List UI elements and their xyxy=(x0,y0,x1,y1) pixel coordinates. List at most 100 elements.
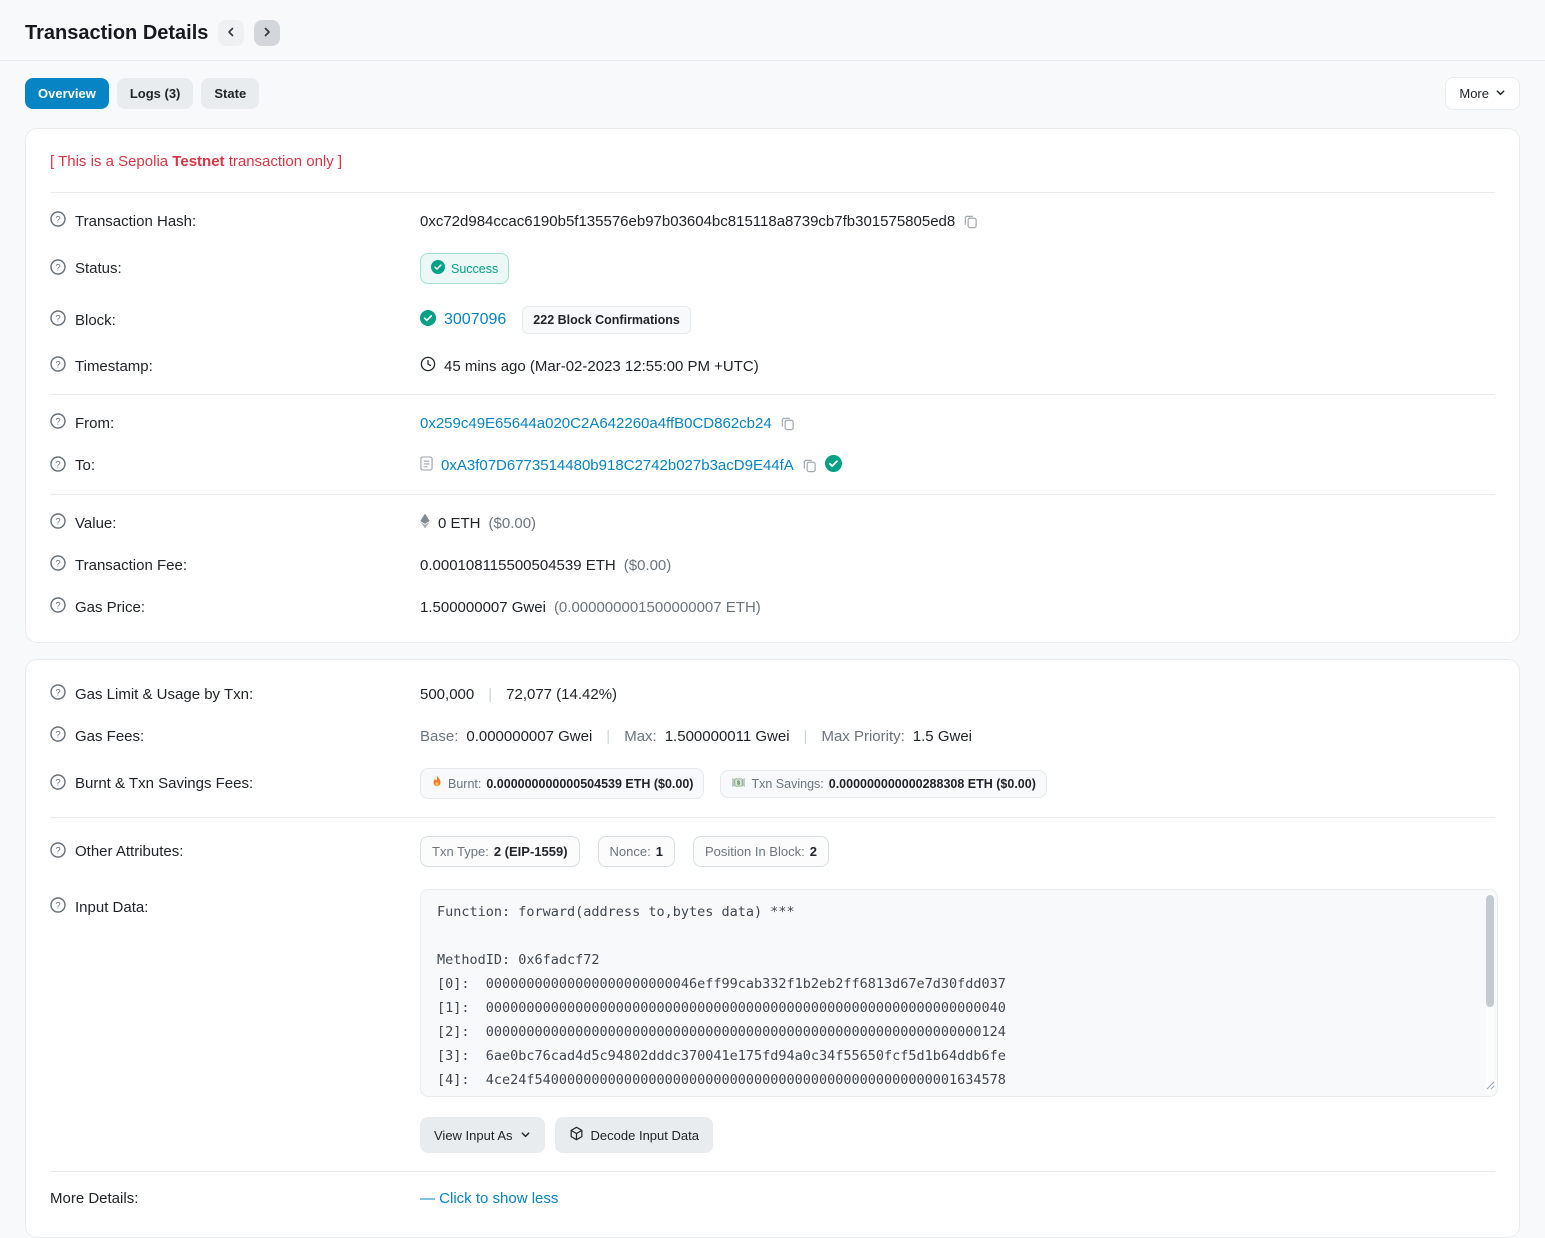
help-icon[interactable]: ? xyxy=(50,726,66,746)
help-icon[interactable]: ? xyxy=(50,413,66,433)
overview-card: [ This is a Sepolia Testnet transaction … xyxy=(25,128,1520,643)
value-row: ? Value: 0 ETH ($0.00) xyxy=(50,502,1495,544)
decode-input-data-label: Decode Input Data xyxy=(591,1128,699,1143)
check-circle-icon xyxy=(420,310,436,330)
txn-savings-name: Txn Savings: xyxy=(751,777,823,791)
svg-text:?: ? xyxy=(55,214,60,225)
svg-text:?: ? xyxy=(55,777,60,788)
more-dropdown-button[interactable]: More xyxy=(1445,77,1520,110)
page-header: Transaction Details xyxy=(25,0,1520,60)
other-attributes-row: ? Other Attributes: Txn Type: 2 (EIP-155… xyxy=(50,825,1495,878)
help-icon[interactable]: ? xyxy=(50,774,66,794)
view-input-as-button[interactable]: View Input As xyxy=(420,1117,545,1153)
svg-text:?: ? xyxy=(55,600,60,611)
scrollbar-thumb[interactable] xyxy=(1486,895,1494,1007)
svg-text:?: ? xyxy=(55,900,60,911)
nonce-label: Nonce: xyxy=(610,844,651,859)
timestamp-label: Timestamp: xyxy=(75,358,153,375)
gas-fees-label: Gas Fees: xyxy=(75,728,144,745)
chevron-left-icon xyxy=(225,26,237,41)
help-icon[interactable]: ? xyxy=(50,897,66,917)
copy-icon[interactable] xyxy=(802,458,817,473)
next-transaction-button[interactable] xyxy=(254,20,280,46)
burnt-savings-row: ? Burnt & Txn Savings Fees: Burnt: 0.000… xyxy=(50,757,1495,810)
position-in-block-badge: Position In Block: 2 xyxy=(693,836,829,867)
help-icon[interactable]: ? xyxy=(50,597,66,617)
svg-text:?: ? xyxy=(55,359,60,370)
decode-input-data-button[interactable]: Decode Input Data xyxy=(555,1117,713,1153)
resize-handle-icon[interactable] xyxy=(1486,1077,1495,1094)
help-icon[interactable]: ? xyxy=(50,513,66,533)
help-icon[interactable]: ? xyxy=(50,456,66,476)
txn-savings-badge: $ Txn Savings: 0.000000000000288308 ETH … xyxy=(720,770,1046,798)
burnt-fee-badge: Burnt: 0.000000000000504539 ETH ($0.00) xyxy=(420,768,704,799)
money-with-wings-icon: $ xyxy=(731,777,746,791)
pipe-separator: | xyxy=(488,686,492,703)
other-attributes-label: Other Attributes: xyxy=(75,843,183,860)
tab-overview[interactable]: Overview xyxy=(25,78,109,109)
block-label: Block: xyxy=(75,312,116,329)
burnt-fee-name: Burnt: xyxy=(448,777,481,791)
gas-price-eth: (0.000000001500000007 ETH) xyxy=(554,599,761,616)
svg-text:?: ? xyxy=(55,729,60,740)
more-button-label: More xyxy=(1459,86,1489,101)
base-fee-label: Base: xyxy=(420,728,458,745)
from-label: From: xyxy=(75,415,114,432)
input-data-textarea[interactable]: Function: forward(address to,bytes data)… xyxy=(420,889,1498,1097)
testnet-warning-bold: Testnet xyxy=(172,153,224,170)
to-row: ? To: 0xA3f07D6773514480b918C2742b027b3a… xyxy=(50,444,1495,487)
view-input-as-label: View Input As xyxy=(434,1128,513,1143)
transaction-hash-row: ? Transaction Hash: 0xc72d984ccac6190b5f… xyxy=(50,200,1495,242)
section-divider xyxy=(50,494,1495,495)
chevron-down-icon xyxy=(520,1128,531,1143)
more-details-label: More Details: xyxy=(50,1190,138,1207)
svg-text:?: ? xyxy=(55,459,60,470)
pipe-separator: | xyxy=(606,728,610,745)
input-data-text: Function: forward(address to,bytes data)… xyxy=(421,890,1497,1097)
tab-state[interactable]: State xyxy=(201,78,259,109)
tabs-bar: Overview Logs (3) State More xyxy=(25,61,1520,128)
transaction-hash-label: Transaction Hash: xyxy=(75,213,196,230)
eth-diamond-icon xyxy=(420,513,430,533)
help-icon[interactable]: ? xyxy=(50,310,66,330)
input-data-scrollbar[interactable] xyxy=(1486,893,1494,1093)
gas-limit-label: Gas Limit & Usage by Txn: xyxy=(75,686,253,703)
copy-icon[interactable] xyxy=(963,214,978,229)
help-icon[interactable]: ? xyxy=(50,842,66,862)
section-divider xyxy=(50,394,1495,395)
help-icon[interactable]: ? xyxy=(50,555,66,575)
svg-text:?: ? xyxy=(55,516,60,527)
show-less-link[interactable]: — Click to show less xyxy=(420,1190,558,1207)
help-icon[interactable]: ? xyxy=(50,356,66,376)
status-label: Status: xyxy=(75,260,122,277)
block-number-link[interactable]: 3007096 xyxy=(444,311,506,329)
value-usd: ($0.00) xyxy=(489,515,537,532)
txn-type-label: Txn Type: xyxy=(432,844,489,859)
input-data-label: Input Data: xyxy=(75,899,148,916)
from-row: ? From: 0x259c49E65644a020C2A642260a4ffB… xyxy=(50,402,1495,444)
gas-limit-value: 500,000 xyxy=(420,686,474,703)
value-amount: 0 ETH xyxy=(438,515,481,532)
tab-logs[interactable]: Logs (3) xyxy=(117,78,194,109)
transaction-fee-label: Transaction Fee: xyxy=(75,557,187,574)
previous-transaction-button[interactable] xyxy=(218,20,244,46)
max-fee-value: 1.500000011 Gwei xyxy=(665,728,790,745)
txn-type-badge: Txn Type: 2 (EIP-1559) xyxy=(420,836,580,867)
transaction-fee-row: ? Transaction Fee: 0.000108115500504539 … xyxy=(50,544,1495,586)
clock-icon xyxy=(420,356,436,376)
cube-icon xyxy=(569,1126,584,1144)
timestamp-value: 45 mins ago (Mar-02-2023 12:55:00 PM +UT… xyxy=(444,358,759,375)
gas-used-value: 72,077 (14.42%) xyxy=(506,686,617,703)
help-icon[interactable]: ? xyxy=(50,684,66,704)
copy-icon[interactable] xyxy=(780,416,795,431)
svg-text:?: ? xyxy=(55,416,60,427)
txn-savings-value: 0.000000000000288308 ETH ($0.00) xyxy=(829,777,1036,791)
chevron-down-icon xyxy=(1495,86,1506,101)
help-icon[interactable]: ? xyxy=(50,211,66,231)
from-address-link[interactable]: 0x259c49E65644a020C2A642260a4ffB0CD862cb… xyxy=(420,415,772,432)
to-address-link[interactable]: 0xA3f07D6773514480b918C2742b027b3acD9E44… xyxy=(441,457,794,474)
max-fee-label: Max: xyxy=(624,728,657,745)
gas-price-amount: 1.500000007 Gwei xyxy=(420,599,546,616)
help-icon[interactable]: ? xyxy=(50,259,66,279)
details-card: ? Gas Limit & Usage by Txn: 500,000 | 72… xyxy=(25,659,1520,1238)
